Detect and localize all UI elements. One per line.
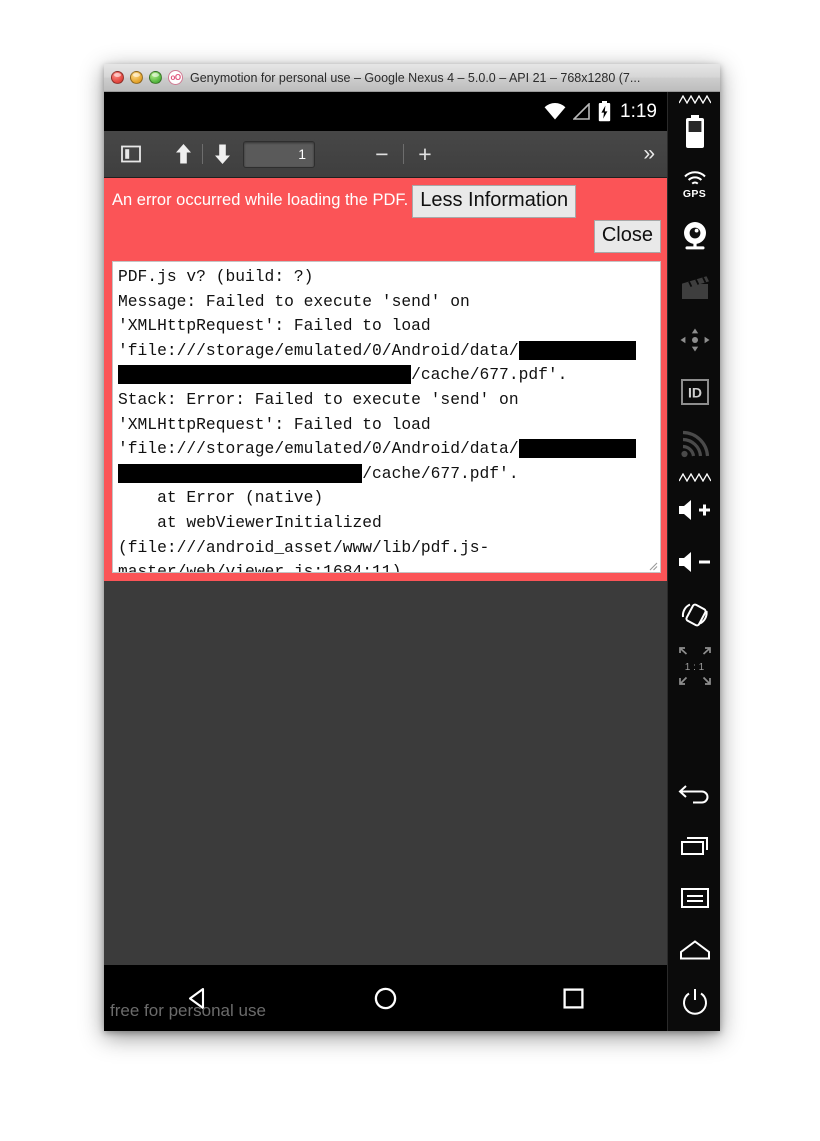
power-icon[interactable] xyxy=(668,976,721,1028)
error-banner-close-row: Close xyxy=(104,218,667,253)
scale-one-to-one-icon[interactable]: 1 : 1 xyxy=(668,640,721,692)
redacted-text xyxy=(518,439,636,459)
close-window-button[interactable] xyxy=(111,71,124,84)
rotate-icon[interactable] xyxy=(668,588,721,640)
network-icon[interactable] xyxy=(668,418,721,470)
toolbar-zigzag-mid-icon xyxy=(668,470,721,484)
close-error-button[interactable]: Close xyxy=(593,220,661,253)
pdf-viewer-toolbar: 1 − + » xyxy=(104,131,667,178)
error-banner-top-row: An error occurred while loading the PDF.… xyxy=(104,185,667,218)
error-details-textarea[interactable]: PDF.js v? (build: ?) Message: Failed to … xyxy=(112,261,661,573)
minimize-window-button[interactable] xyxy=(130,71,143,84)
gps-icon[interactable]: GPS xyxy=(668,158,721,210)
next-page-button[interactable] xyxy=(207,137,237,171)
error-message-text: An error occurred while loading the PDF. xyxy=(112,191,409,209)
sidebar-toggle-icon[interactable] xyxy=(116,137,146,171)
zoom-controls: − + xyxy=(365,142,442,166)
toolbar-zigzag-top-icon xyxy=(668,92,721,106)
android-status-bar: 1:19 xyxy=(104,92,667,131)
genymotion-window: oO Genymotion for personal use – Google … xyxy=(104,64,720,1031)
camera-icon[interactable] xyxy=(668,210,721,262)
battery-charging-icon xyxy=(598,101,611,122)
home-icon[interactable] xyxy=(668,924,721,976)
genymotion-side-toolbar: GPS ID 1: 1 xyxy=(667,92,720,1031)
screenshot-root: oO Genymotion for personal use – Google … xyxy=(0,0,820,1141)
window-titlebar[interactable]: oO Genymotion for personal use – Google … xyxy=(104,64,720,92)
error-details-text: PDF.js v? (build: ?) Message: Failed to … xyxy=(118,265,656,572)
cellular-signal-icon xyxy=(573,103,591,120)
toolbar-divider xyxy=(202,144,203,164)
resize-grip-icon[interactable] xyxy=(646,558,658,571)
battery-widget-icon[interactable] xyxy=(668,106,721,158)
gps-label: GPS xyxy=(682,187,707,200)
device-screen: 1:19 1 − + » An error occurred while loa… xyxy=(104,92,667,1031)
zoom-window-button[interactable] xyxy=(149,71,162,84)
volume-up-icon[interactable] xyxy=(668,484,721,536)
back-icon[interactable] xyxy=(668,768,721,820)
window-title: Genymotion for personal use – Google Nex… xyxy=(190,70,641,85)
traffic-lights xyxy=(111,71,168,84)
less-information-button[interactable]: Less Information xyxy=(412,185,577,218)
nav-back-button[interactable] xyxy=(153,985,243,1012)
redacted-text xyxy=(118,365,412,385)
scale-label: 1 : 1 xyxy=(684,661,705,673)
menu-icon[interactable] xyxy=(668,872,721,924)
dpad-icon[interactable] xyxy=(668,314,721,366)
volume-down-icon[interactable] xyxy=(668,536,721,588)
nav-recents-button[interactable] xyxy=(528,985,618,1012)
page-number-input[interactable]: 1 xyxy=(243,140,315,168)
recents-icon[interactable] xyxy=(668,820,721,872)
wifi-icon xyxy=(544,103,566,120)
android-navigation-bar: free for personal use xyxy=(104,965,667,1031)
pdf-viewer-canvas-area xyxy=(104,610,667,993)
clapperboard-icon[interactable] xyxy=(668,262,721,314)
zoom-divider xyxy=(403,144,404,164)
previous-page-button[interactable] xyxy=(168,137,198,171)
nav-home-button[interactable] xyxy=(340,985,430,1012)
error-banner: An error occurred while loading the PDF.… xyxy=(104,178,667,581)
genymotion-logo-icon: oO xyxy=(168,70,183,85)
svg-text:ID: ID xyxy=(688,385,702,401)
status-bar-clock: 1:19 xyxy=(620,100,657,122)
redacted-text xyxy=(518,340,636,360)
zoom-out-button[interactable]: − xyxy=(365,142,399,166)
redacted-text xyxy=(118,463,363,483)
more-tools-chevron-icon[interactable]: » xyxy=(643,142,655,166)
identifiers-icon[interactable]: ID xyxy=(668,366,721,418)
error-detail-segment: PDF.js v? (build: ?) Message: Failed to … xyxy=(118,267,519,360)
zoom-in-button[interactable]: + xyxy=(408,142,442,166)
